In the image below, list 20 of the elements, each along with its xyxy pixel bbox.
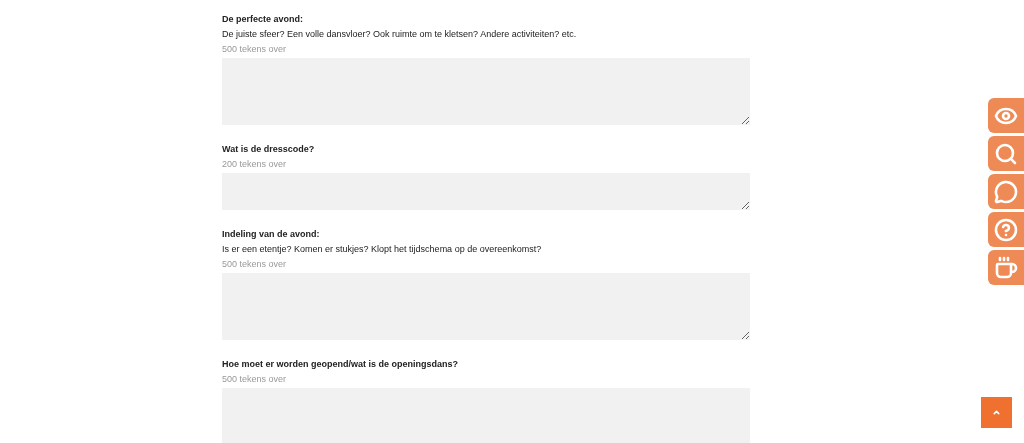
chat-button[interactable]	[988, 174, 1024, 209]
eye-button[interactable]	[988, 98, 1024, 133]
cup-button[interactable]	[988, 250, 1024, 285]
character-counter: 200 tekens over	[222, 158, 288, 171]
character-counter: 500 tekens over	[222, 258, 288, 271]
character-counter: 500 tekens over	[222, 373, 288, 386]
search-button[interactable]	[988, 136, 1024, 171]
help-button[interactable]	[988, 212, 1024, 247]
field-label: Indeling van de avond:	[222, 228, 321, 241]
cup-icon	[994, 255, 1018, 280]
field-description: De juiste sfeer? Een volle dansvloer? Ook ruimte om te kletsen? Andere activiteiten? etc.	[222, 28, 578, 41]
character-counter: 500 tekens over	[222, 43, 288, 56]
search-icon	[994, 141, 1018, 166]
field-label: Wat is de dresscode?	[222, 143, 316, 156]
chat-icon	[994, 179, 1018, 204]
help-icon	[994, 217, 1018, 242]
field-description: Is er een etentje? Komen er stukjes? Klopt het tijdschema op de overeenkomst?	[222, 243, 543, 256]
field-label: De perfecte avond:	[222, 13, 305, 26]
caret-icon	[992, 408, 1001, 417]
field-label: Hoe moet er worden geopend/wat is de openingsdans?	[222, 358, 460, 371]
